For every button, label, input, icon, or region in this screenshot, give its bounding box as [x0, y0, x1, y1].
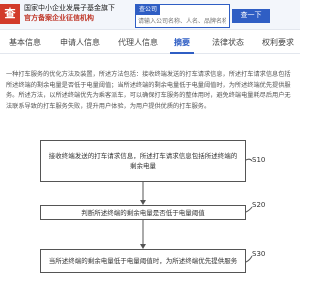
search-box: 查公司	[135, 4, 230, 28]
flow-step-box: 接收终端发送的打车请求信息，所述打车请求信息包括所述终端的剩余电量	[40, 140, 246, 182]
brand-subtitle: 官方备案企业征信机构	[24, 14, 94, 22]
flow-step-text: 当所述终端的剩余电量低于电量阈值时，为所述终端优先提供服务	[48, 257, 238, 265]
search-type-tab[interactable]: 查公司	[136, 5, 161, 15]
tab-abstract[interactable]: 摘要	[170, 32, 194, 54]
tab-legal-status[interactable]: 法律状态	[206, 32, 250, 54]
flow-step-text: 接收终端发送的打车请求信息，所述打车请求信息包括所述终端的剩余电量	[48, 152, 238, 170]
tab-basic-info[interactable]: 基本信息	[2, 32, 48, 54]
flow-step-box: 判断所述终端的剩余电量是否低于电量阈值	[40, 205, 246, 220]
detail-tabs: 基本信息 申请人信息 代理人信息 摘要 法律状态 权利要求	[0, 32, 300, 54]
flowchart: 接收终端发送的打车请求信息，所述打车请求信息包括所述终端的剩余电量 S10 判断…	[0, 136, 300, 300]
site-logo[interactable]: 查	[0, 4, 20, 24]
site-header: 查 国家中小企业发展子基金旗下 官方备案企业征信机构 查公司 查一下	[0, 0, 300, 30]
tab-agent-info[interactable]: 代理人信息	[112, 32, 164, 54]
search-button[interactable]: 查一下	[232, 9, 270, 23]
tab-applicant-info[interactable]: 申请人信息	[54, 32, 106, 54]
search-input[interactable]	[138, 16, 226, 27]
flow-step-box: 当所述终端的剩余电量低于电量阈值时，为所述终端优先提供服务	[40, 249, 246, 273]
abstract-text: 一种打车服务的优化方法及装置，所述方法包括：接收终端发送的打车请求信息，所述打车…	[6, 71, 291, 110]
tab-claims[interactable]: 权利要求	[256, 32, 300, 54]
flow-step-text: 判断所述终端的剩余电量是否低于电量阈值	[81, 208, 205, 217]
flow-step-label: S10	[252, 156, 266, 164]
brand-tagline: 国家中小企业发展子基金旗下	[24, 4, 115, 12]
flow-step-label: S30	[252, 250, 266, 258]
flow-step-label: S20	[252, 201, 266, 209]
